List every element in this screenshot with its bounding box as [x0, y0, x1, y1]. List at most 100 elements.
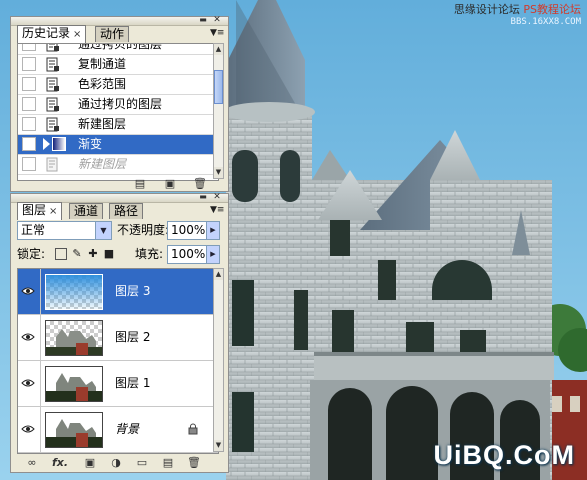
tab-layers-label: 图层 — [22, 203, 47, 217]
eye-icon[interactable] — [21, 332, 35, 342]
lock-all-icon[interactable]: ■ — [103, 248, 115, 260]
tab-channels[interactable]: 通道 — [69, 203, 104, 219]
new-group-folder-icon[interactable]: ▭ — [135, 456, 149, 469]
minimize-icon[interactable]: ▬ — [198, 193, 208, 201]
tab-close-icon[interactable]: × — [49, 206, 57, 217]
lock-image-brush-icon[interactable]: ✎ — [71, 248, 83, 260]
tab-paths-label: 路径 — [114, 204, 139, 218]
minimize-icon[interactable]: ▬ — [198, 16, 208, 24]
snapshot-source-checkbox[interactable] — [22, 137, 36, 151]
link-layers-icon[interactable]: ∞ — [25, 456, 39, 469]
visibility-cell[interactable] — [18, 269, 41, 314]
new-document-from-state-icon[interactable]: ▤ — [133, 177, 147, 190]
history-item[interactable]: 新建图层 — [18, 115, 218, 135]
history-item-label: 新建图层 — [78, 157, 127, 171]
blend-mode-value: 正常 — [21, 223, 46, 237]
scroll-up-icon[interactable]: ▲ — [214, 44, 223, 55]
opacity-slider-arrow-icon[interactable]: ▶ — [206, 222, 219, 239]
layer-name[interactable]: 图层 3 — [115, 284, 150, 299]
history-step-icon — [46, 57, 59, 72]
history-item-label: 色彩范围 — [78, 77, 127, 91]
history-list: 通过拷贝的图层 复制通道 色彩范围 通过拷贝的图层 新建图层 渐变 新建图层 — [17, 43, 219, 181]
tab-paths[interactable]: 路径 — [109, 203, 144, 219]
blend-mode-select[interactable]: 正常 ▼ — [17, 221, 112, 240]
layers-panel: ▬ ✕ 图层 × 通道 路径 ▼≡ 正常 ▼ 不透明度: 100% ▶ 锁定: ✎… — [10, 193, 229, 473]
trash-icon[interactable]: 🗑 — [187, 456, 201, 469]
visibility-cell[interactable] — [18, 361, 41, 406]
layer-thumbnail — [45, 366, 103, 402]
lock-transparency-icon[interactable] — [55, 248, 67, 260]
layers-tabs: 图层 × 通道 路径 ▼≡ — [15, 202, 224, 220]
layer-row-selected[interactable]: 图层 3 — [18, 269, 218, 315]
tab-close-icon[interactable]: × — [73, 29, 81, 40]
gradient-icon — [52, 137, 66, 151]
lock-icon — [188, 423, 198, 435]
watermark-prefix: 思缘设计论坛 — [453, 3, 520, 16]
close-icon[interactable]: ✕ — [212, 16, 222, 25]
watermark-red: PS教程论坛 — [523, 3, 581, 16]
layer-name[interactable]: 图层 2 — [115, 330, 150, 345]
layer-thumbnail — [45, 412, 103, 448]
fill-field[interactable]: 100% ▶ — [167, 245, 220, 264]
add-mask-icon[interactable]: ▣ — [83, 456, 97, 469]
layer-row[interactable]: 图层 2 — [18, 315, 218, 361]
eye-icon[interactable] — [21, 424, 35, 434]
history-item-undone[interactable]: 新建图层 — [18, 155, 218, 175]
trash-icon[interactable]: 🗑 — [193, 177, 207, 190]
layer-name[interactable]: 背景 — [115, 422, 139, 437]
lock-label: 锁定: — [17, 247, 46, 261]
layer-name[interactable]: 图层 1 — [115, 376, 150, 391]
history-footer: ▤ ▣ 🗑 — [11, 175, 228, 193]
opacity-field[interactable]: 100% ▶ — [167, 221, 220, 240]
layer-style-fx-button[interactable]: fx. — [51, 456, 69, 469]
layers-scrollbar[interactable]: ▲ ▼ — [213, 268, 224, 452]
visibility-cell[interactable] — [18, 407, 41, 452]
lock-position-move-icon[interactable]: ✚ — [87, 248, 99, 260]
panel-menu-icon[interactable]: ▼≡ — [210, 204, 224, 217]
snapshot-source-checkbox[interactable] — [22, 117, 36, 131]
history-item-label: 通过拷贝的图层 — [78, 43, 163, 51]
snapshot-source-checkbox[interactable] — [22, 97, 36, 111]
history-item[interactable]: 复制通道 — [18, 55, 218, 75]
history-scrollbar[interactable]: ▲ ▼ — [213, 43, 224, 179]
new-layer-icon[interactable]: ▤ — [161, 456, 175, 469]
history-item[interactable]: 通过拷贝的图层 — [18, 43, 218, 55]
history-item[interactable]: 色彩范围 — [18, 75, 218, 95]
layer-row[interactable]: 图层 1 — [18, 361, 218, 407]
snapshot-source-checkbox[interactable] — [22, 44, 36, 51]
history-step-icon — [46, 97, 59, 112]
history-item-label: 渐变 — [78, 137, 103, 151]
close-icon[interactable]: ✕ — [212, 193, 222, 202]
history-item[interactable]: 通过拷贝的图层 — [18, 95, 218, 115]
adjustment-layer-icon[interactable]: ◑ — [109, 456, 123, 469]
eye-icon[interactable] — [21, 378, 35, 388]
snapshot-source-checkbox[interactable] — [22, 157, 36, 171]
watermark-top-line1: 思缘设计论坛 PS教程论坛 — [454, 4, 581, 16]
fill-slider-arrow-icon[interactable]: ▶ — [206, 246, 219, 263]
panel-menu-icon[interactable]: ▼≡ — [210, 27, 224, 40]
scroll-down-icon[interactable]: ▼ — [214, 440, 223, 451]
history-step-icon — [46, 44, 59, 52]
eye-icon[interactable] — [21, 286, 35, 296]
history-state-arrow-icon[interactable] — [43, 138, 50, 150]
tab-history-label: 历史记录 — [22, 26, 71, 40]
tab-actions[interactable]: 动作 — [95, 26, 130, 42]
history-item-selected[interactable]: 渐变 — [18, 135, 218, 155]
snapshot-source-checkbox[interactable] — [22, 57, 36, 71]
tab-layers[interactable]: 图层 × — [17, 202, 63, 220]
scroll-thumb[interactable] — [214, 70, 223, 104]
visibility-cell[interactable] — [18, 315, 41, 360]
tab-history[interactable]: 历史记录 × — [17, 25, 87, 43]
layer-thumbnail — [45, 274, 103, 310]
layer-thumbnail — [45, 320, 103, 356]
camera-snapshot-icon[interactable]: ▣ — [163, 177, 177, 190]
watermark-top: 思缘设计论坛 PS教程论坛 BBS.16XX8.COM — [454, 4, 581, 28]
layers-footer: ∞ fx. ▣ ◑ ▭ ▤ 🗑 — [11, 454, 228, 472]
scroll-up-icon[interactable]: ▲ — [214, 269, 223, 280]
chevron-down-icon[interactable]: ▼ — [95, 222, 111, 239]
history-step-icon — [46, 77, 59, 92]
snapshot-source-checkbox[interactable] — [22, 77, 36, 91]
fill-label: 填充: — [135, 247, 164, 261]
layer-row-background[interactable]: 背景 — [18, 407, 218, 453]
opacity-label: 不透明度: — [117, 223, 170, 237]
